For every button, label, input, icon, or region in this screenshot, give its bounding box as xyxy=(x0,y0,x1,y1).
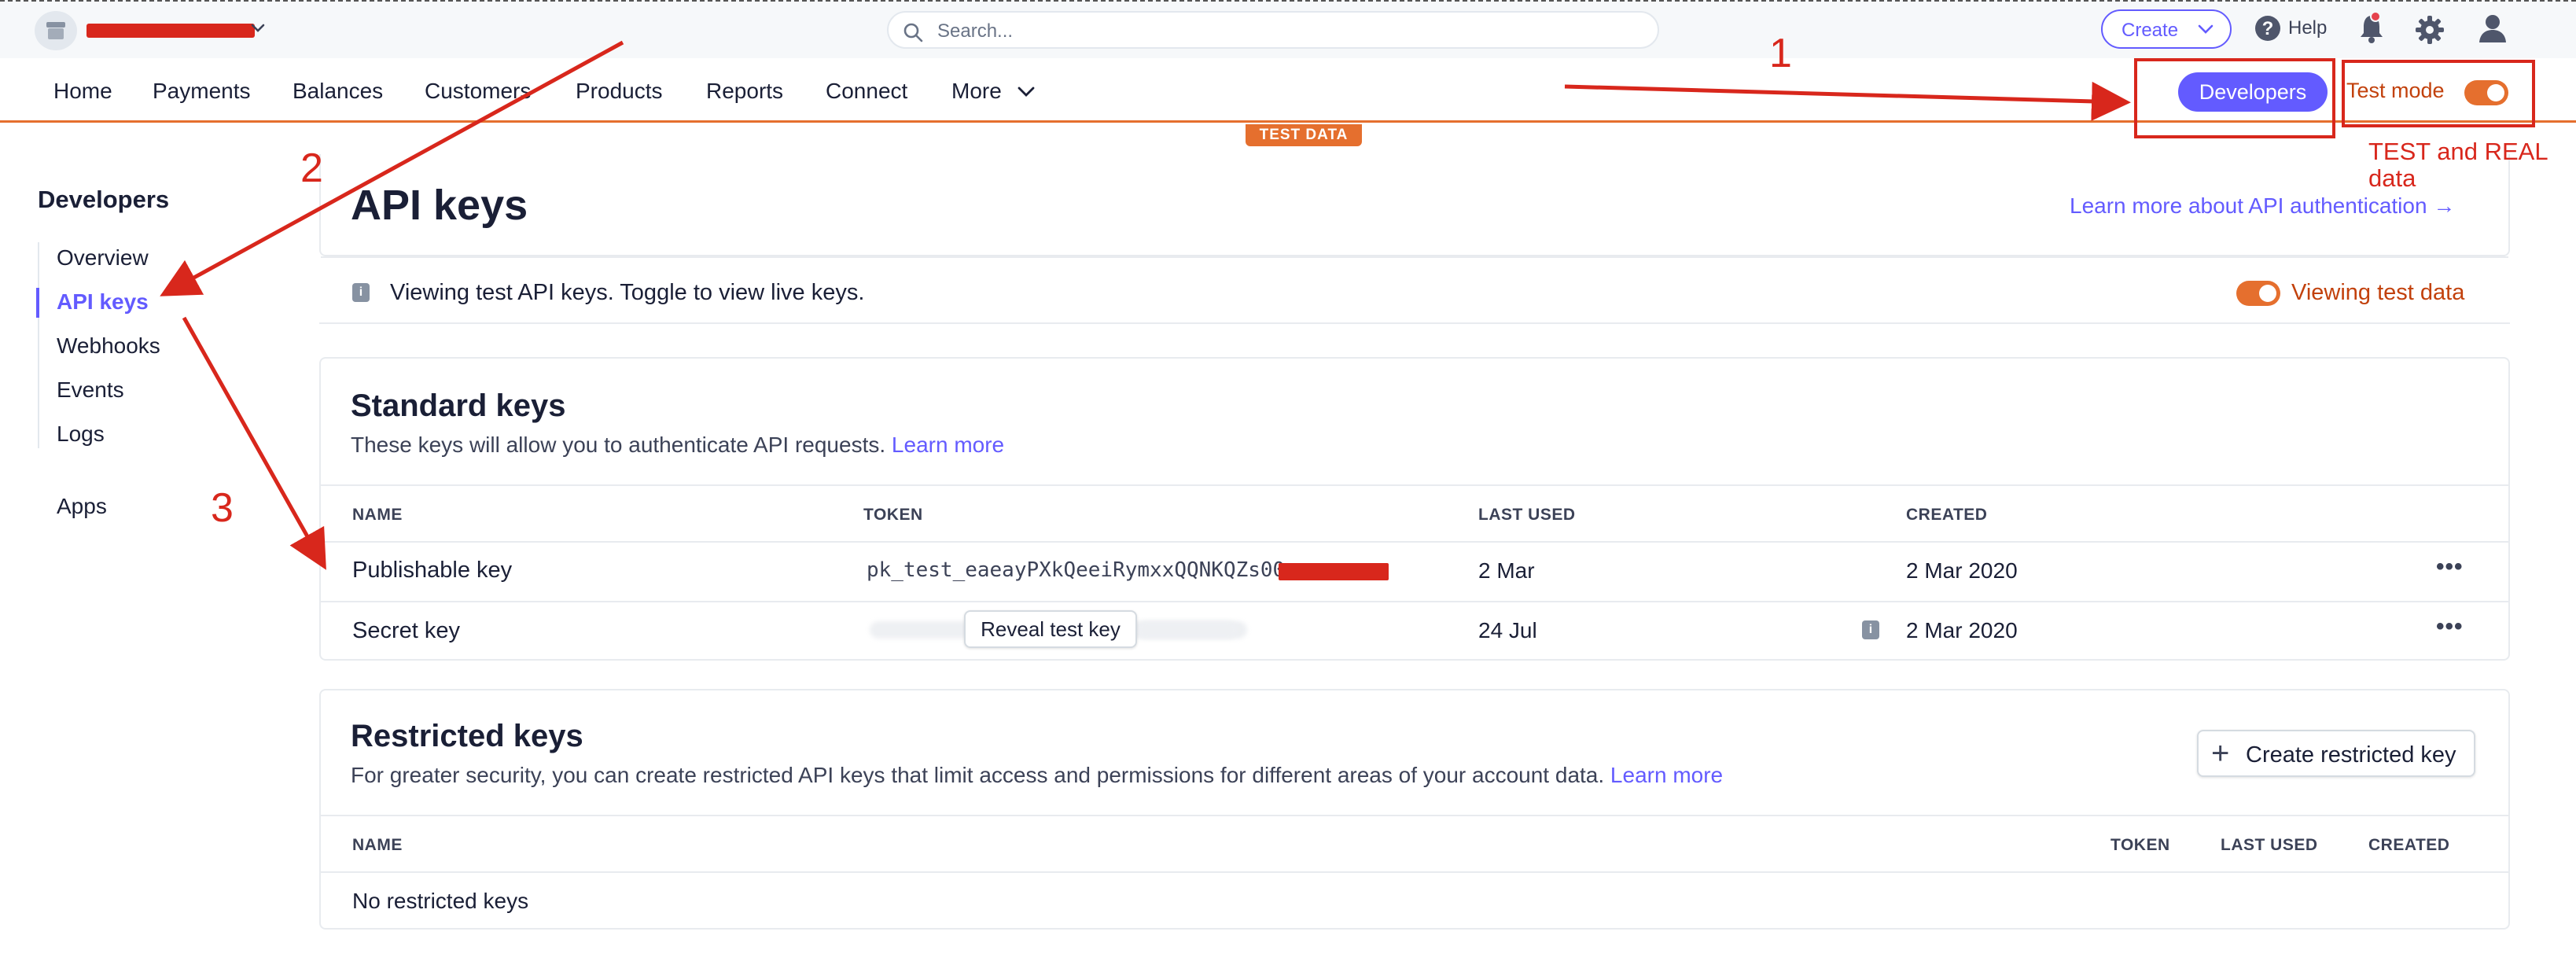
divider xyxy=(321,484,2508,486)
publishable-key-token[interactable]: pk_test_eaeayPXkQeeiRymxxQQNKQZs00 xyxy=(867,558,1285,582)
annotation-number-2: 2 xyxy=(300,145,323,191)
card-bottom-border xyxy=(319,322,2510,324)
toggle-knob xyxy=(2259,285,2276,302)
standard-keys-title: Standard keys xyxy=(351,388,566,423)
no-restricted-keys-text: No restricted keys xyxy=(352,889,529,913)
annotation-box-test-mode xyxy=(2342,60,2535,127)
viewing-test-data-label: Viewing test data xyxy=(2291,280,2465,305)
learn-more-api-auth-link[interactable]: Learn more about API authentication → xyxy=(2070,193,2455,219)
reveal-test-key-button[interactable]: Reveal test key xyxy=(964,610,1137,648)
standard-keys-desc-text: These keys will allow you to authenticat… xyxy=(351,433,886,457)
nav-payments[interactable]: Payments xyxy=(153,79,251,104)
create-restricted-key-button[interactable]: + Create restricted key xyxy=(2197,730,2475,777)
row-overflow-menu[interactable]: ••• xyxy=(2436,554,2464,580)
sidebar-item-apps[interactable]: Apps xyxy=(57,494,107,519)
nav-products[interactable]: Products xyxy=(576,79,663,104)
annotation-number-1: 1 xyxy=(1769,31,1792,76)
nav-customers[interactable]: Customers xyxy=(425,79,531,104)
restricted-keys-title: Restricted keys xyxy=(351,719,583,753)
user-profile-icon[interactable] xyxy=(2477,13,2508,44)
redacted-token-tail xyxy=(1279,563,1389,580)
restricted-keys-learn-more-link[interactable]: Learn more xyxy=(1610,763,1723,787)
sidebar-item-api-keys[interactable]: API keys xyxy=(57,289,149,315)
search-placeholder: Search... xyxy=(937,20,1014,42)
sidebar-rail xyxy=(38,242,39,448)
annotation-number-3: 3 xyxy=(211,485,234,531)
notification-dot xyxy=(2370,11,2381,22)
top-bar: Search... Create ? Help xyxy=(0,0,2576,58)
publishable-key-name: Publishable key xyxy=(352,558,513,583)
nav-home[interactable]: Home xyxy=(53,79,112,104)
row-overflow-menu[interactable]: ••• xyxy=(2436,613,2464,640)
store-icon xyxy=(46,22,65,39)
secret-key-last-used: 24 Jul xyxy=(1478,618,1537,642)
sidebar-item-overview[interactable]: Overview xyxy=(57,245,149,271)
publishable-key-last-used: 2 Mar xyxy=(1478,558,1535,583)
restricted-keys-desc: For greater security, you can create res… xyxy=(351,763,1723,788)
sidebar-active-indicator xyxy=(36,288,39,318)
account-avatar[interactable] xyxy=(35,11,77,50)
standard-keys-learn-more-link[interactable]: Learn more xyxy=(892,433,1004,457)
nav-reports[interactable]: Reports xyxy=(706,79,783,104)
blurred-secret-token-tail xyxy=(1137,621,1238,639)
redacted-account-name xyxy=(86,24,255,38)
search-icon xyxy=(903,23,923,42)
sidebar-item-webhooks[interactable]: Webhooks xyxy=(57,333,160,359)
view-test-data-toggle[interactable] xyxy=(2236,281,2280,306)
divider xyxy=(321,256,2508,258)
gear-icon[interactable] xyxy=(2414,14,2445,46)
annotation-note: TEST and REAL data xyxy=(2368,138,2548,192)
restricted-keys-desc-text: For greater security, you can create res… xyxy=(351,763,1605,787)
sidebar-title: Developers xyxy=(38,186,170,213)
create-restricted-key-label: Create restricted key xyxy=(2246,742,2456,768)
col-created: CREATED xyxy=(2368,836,2450,854)
col-token: TOKEN xyxy=(863,506,923,524)
standard-keys-desc: These keys will allow you to authenticat… xyxy=(351,433,1004,458)
col-last-used: LAST USED xyxy=(1478,506,1576,524)
col-token: TOKEN xyxy=(2110,836,2170,854)
divider xyxy=(321,815,2508,816)
col-last-used: LAST USED xyxy=(2221,836,2318,854)
info-icon: i xyxy=(352,283,370,302)
sidebar-item-logs[interactable]: Logs xyxy=(57,422,105,447)
col-name: NAME xyxy=(352,506,403,524)
table-row[interactable] xyxy=(321,543,2508,601)
create-label: Create xyxy=(2122,20,2179,41)
divider xyxy=(321,871,2508,873)
secret-key-created: 2 Mar 2020 xyxy=(1906,618,2018,642)
search-input[interactable]: Search... xyxy=(887,11,1659,49)
secret-key-name: Secret key xyxy=(352,618,460,643)
nav-balances[interactable]: Balances xyxy=(293,79,383,104)
chevron-down-icon xyxy=(2198,24,2214,34)
test-data-tag: TEST DATA xyxy=(1246,124,1362,146)
info-icon[interactable]: i xyxy=(1862,620,1879,639)
create-button[interactable]: Create xyxy=(2101,9,2232,49)
col-name: NAME xyxy=(352,836,403,854)
help-link[interactable]: Help xyxy=(2288,17,2327,39)
table-row[interactable] xyxy=(321,602,2508,659)
nav-more[interactable]: More xyxy=(951,79,1002,104)
arrow-to-publishable-key xyxy=(182,316,326,570)
help-icon[interactable]: ? xyxy=(2254,14,2282,42)
svg-text:?: ? xyxy=(2262,18,2274,39)
plus-icon: + xyxy=(2211,736,2230,771)
chevron-down-icon[interactable] xyxy=(1016,83,1036,101)
restricted-keys-card xyxy=(319,689,2510,930)
sidebar-item-events[interactable]: Events xyxy=(57,377,124,403)
nav-connect[interactable]: Connect xyxy=(826,79,907,104)
test-keys-banner: Viewing test API keys. Toggle to view li… xyxy=(390,280,865,305)
chevron-down-icon[interactable] xyxy=(248,19,267,38)
publishable-key-created: 2 Mar 2020 xyxy=(1906,558,2018,583)
col-created: CREATED xyxy=(1906,506,1988,524)
annotation-box-developers xyxy=(2134,58,2335,138)
page-title: API keys xyxy=(351,182,528,229)
